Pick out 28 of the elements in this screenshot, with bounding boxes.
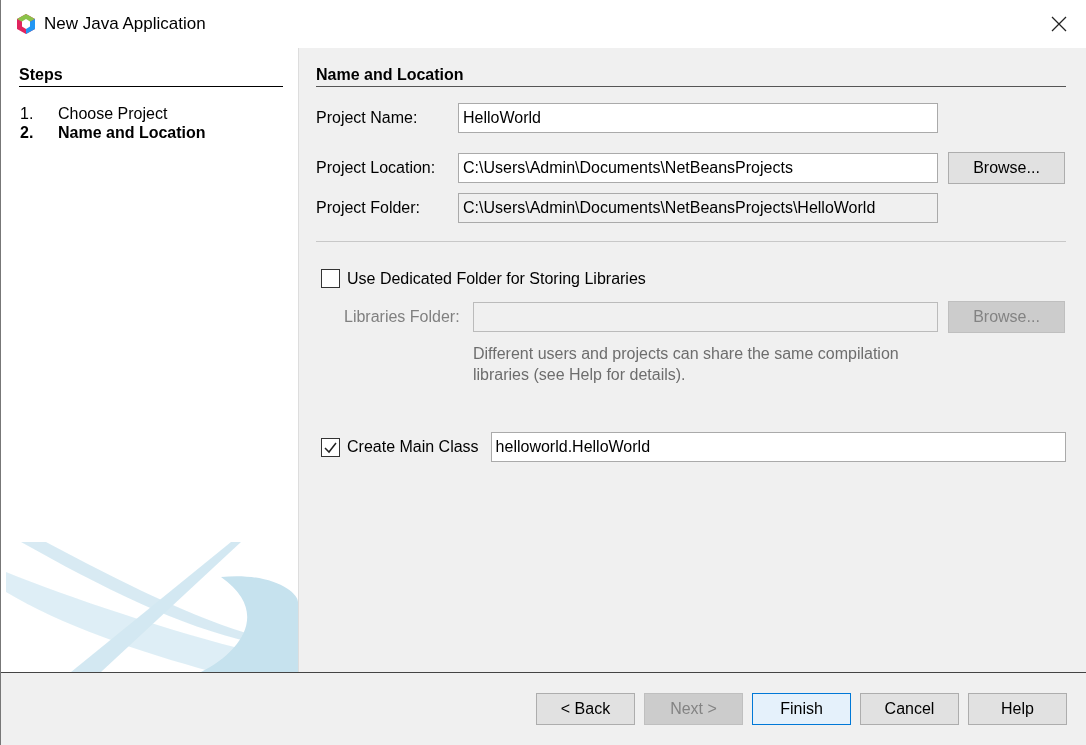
dialog-button[interactable]: Help	[968, 693, 1067, 725]
checkbox-label: Create Main Class	[347, 438, 479, 456]
steps-heading: Steps	[19, 66, 283, 87]
checkbox-label: Use Dedicated Folder for Storing Libraries	[347, 269, 646, 288]
input-field[interactable]: C:\Users\Admin\Documents\NetBeansProjects	[458, 153, 938, 183]
field-label: Project Name:	[316, 109, 419, 127]
input-field[interactable]: HelloWorld	[458, 103, 938, 133]
checkbox[interactable]	[321, 437, 340, 457]
window-title: New Java Application	[44, 14, 206, 34]
input-field[interactable]: helloworld.HelloWorld	[490, 432, 1066, 462]
step-label: Choose Project	[58, 105, 168, 123]
close-icon	[1051, 16, 1067, 32]
field-label: Libraries Folder:	[344, 308, 461, 326]
dialog-button[interactable]: < Back	[536, 693, 635, 725]
app-logo-icon	[15, 13, 37, 35]
browse-button[interactable]: Browse...	[948, 152, 1065, 184]
dialog-button[interactable]: Cancel	[860, 693, 959, 725]
field-label: Project Location:	[316, 159, 437, 177]
section-heading: Name and Location	[316, 66, 1066, 87]
checkmark-icon	[323, 440, 338, 454]
checkbox[interactable]	[321, 269, 340, 288]
hint-text: Different users and projects can share the same compilation libraries (see Help for details).	[473, 344, 900, 385]
step-number: 2.	[20, 124, 35, 142]
input-field[interactable]: C:\Users\Admin\Documents\NetBeansProjects\HelloWorld	[458, 193, 938, 223]
step-label: Name and Location	[58, 124, 206, 142]
field-label: Project Folder:	[316, 199, 422, 217]
dialog-button[interactable]: Finish	[752, 693, 851, 725]
step-number: 1.	[20, 105, 35, 123]
